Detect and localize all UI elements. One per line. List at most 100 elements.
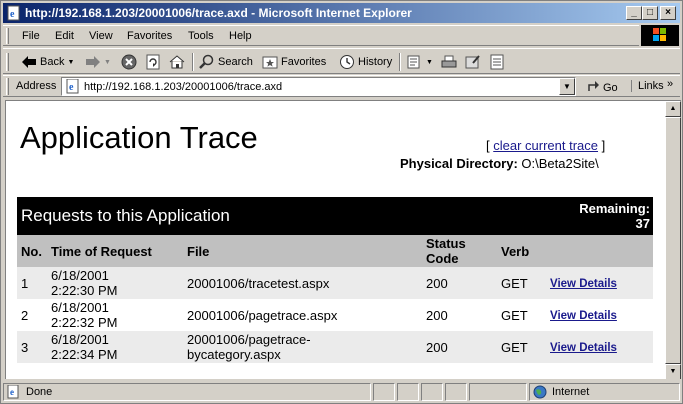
row-clock: 2:22:34 PM: [51, 347, 118, 362]
links-button[interactable]: Links: [631, 80, 664, 92]
discuss-icon: [489, 54, 505, 70]
row-time: 6/18/2001 2:22:34 PM: [47, 331, 183, 363]
address-grip[interactable]: [6, 78, 9, 95]
go-label: Go: [603, 81, 618, 94]
col-details: [546, 235, 653, 267]
menu-help[interactable]: Help: [229, 30, 252, 42]
menu-bar: File Edit View Favorites Tools Help: [3, 25, 639, 46]
title-bar[interactable]: e http://192.168.1.203/20001006/trace.ax…: [3, 3, 680, 23]
col-time: Time of Request: [47, 235, 183, 267]
row-date: 6/18/2001: [51, 300, 109, 315]
search-icon: [199, 54, 215, 70]
menu-favorites[interactable]: Favorites: [127, 30, 172, 42]
status-panel-empty: [397, 383, 419, 401]
view-details-link[interactable]: View Details: [550, 310, 617, 322]
scroll-up-icon[interactable]: ▲: [665, 101, 681, 117]
stop-icon: [121, 54, 137, 70]
print-icon: [441, 54, 457, 70]
status-panel-empty: [469, 383, 527, 401]
row-file-line1: 20001006/tracetest.aspx: [187, 275, 330, 291]
row-clock: 2:22:32 PM: [51, 315, 118, 330]
edit-icon: [465, 54, 481, 70]
internet-globe-icon: [533, 385, 547, 402]
address-label: Address: [16, 80, 57, 92]
row-time: 6/18/2001 2:22:30 PM: [47, 267, 183, 299]
address-url: http://192.168.1.203/20001006/trace.axd: [84, 81, 283, 93]
home-icon: [169, 54, 185, 70]
history-button[interactable]: History: [339, 53, 392, 71]
refresh-button[interactable]: [145, 53, 161, 71]
row-no: 1: [17, 267, 47, 299]
svg-text:e: e: [69, 82, 74, 93]
stop-button[interactable]: [121, 53, 137, 71]
favorites-button[interactable]: Favorites: [262, 53, 326, 71]
vertical-scrollbar[interactable]: ▲ ▼: [665, 101, 681, 379]
table-heading-row: Requests to this Application Remaining: …: [17, 197, 653, 235]
favorites-icon: [262, 54, 278, 70]
back-button[interactable]: Back ▼: [21, 53, 74, 71]
print-button[interactable]: [441, 53, 457, 71]
history-icon: [339, 54, 355, 70]
close-button[interactable]: ×: [660, 6, 676, 20]
ie-page-icon: e: [65, 78, 81, 97]
address-dropdown-icon[interactable]: ▼: [559, 78, 575, 95]
row-file: 20001006/tracetest.aspx: [183, 267, 422, 299]
physical-directory-label: Physical Directory:: [400, 156, 518, 171]
row-date: 6/18/2001: [51, 268, 109, 283]
menu-tools[interactable]: Tools: [188, 30, 214, 42]
col-verb: Verb: [497, 235, 546, 267]
status-text: Done: [26, 386, 53, 398]
home-button[interactable]: [169, 53, 185, 71]
menu-grip[interactable]: [6, 28, 9, 44]
discuss-button[interactable]: [489, 53, 505, 71]
toolbar-separator: [399, 53, 401, 71]
scroll-down-icon[interactable]: ▼: [665, 364, 681, 379]
row-no: 3: [17, 331, 47, 363]
svg-text:e: e: [10, 9, 15, 20]
row-status: 200: [422, 267, 497, 299]
forward-button[interactable]: ▼: [85, 53, 111, 71]
table-row: 2 6/18/2001 2:22:32 PM 20001006/pagetrace…: [17, 299, 653, 331]
toolbar-grip[interactable]: [6, 53, 9, 71]
scroll-thumb[interactable]: [665, 117, 681, 364]
status-bar: e Done Internet: [3, 382, 680, 402]
search-label: Search: [218, 56, 253, 68]
search-button[interactable]: Search: [199, 53, 253, 71]
menu-file[interactable]: File: [22, 30, 40, 42]
menu-view[interactable]: View: [89, 30, 113, 42]
security-zone-text: Internet: [552, 386, 590, 398]
page-content: Application Trace [ clear current trace …: [6, 101, 665, 379]
row-status: 200: [422, 331, 497, 363]
menu-edit[interactable]: Edit: [55, 30, 74, 42]
svg-text:e: e: [10, 387, 14, 397]
row-date: 6/18/2001: [51, 332, 109, 347]
status-text-panel: e Done: [3, 383, 371, 401]
view-details-link[interactable]: View Details: [550, 342, 617, 354]
row-clock: 2:22:30 PM: [51, 283, 118, 298]
remaining-label: Remaining:: [579, 201, 650, 216]
minimize-button[interactable]: _: [626, 6, 642, 20]
view-details-link[interactable]: View Details: [550, 278, 617, 290]
mail-button[interactable]: ▼: [407, 53, 433, 71]
forward-arrow-icon: [85, 55, 101, 69]
row-file: 20001006/pagetrace-bycategory.aspx: [183, 331, 422, 363]
maximize-button[interactable]: □: [642, 6, 658, 20]
clear-trace-link[interactable]: clear current trace: [493, 138, 598, 153]
row-file-line1: 20001006/pagetrace.aspx: [187, 307, 338, 323]
row-verb: GET: [497, 267, 546, 299]
go-button[interactable]: Go: [587, 79, 618, 96]
browser-window: e http://192.168.1.203/20001006/trace.ax…: [0, 0, 683, 404]
requests-heading: Requests to this Application: [17, 197, 497, 235]
bracket-open: [: [486, 138, 490, 153]
status-page-icon: e: [7, 384, 21, 402]
row-file: 20001006/pagetrace.aspx: [183, 299, 422, 331]
status-panel-empty: [373, 383, 395, 401]
row-verb: GET: [497, 331, 546, 363]
ie-page-icon: e: [6, 5, 22, 21]
address-input[interactable]: e http://192.168.1.203/20001006/trace.ax…: [61, 77, 576, 96]
row-no: 2: [17, 299, 47, 331]
bracket-close: ]: [601, 138, 606, 153]
edit-button[interactable]: [465, 53, 481, 71]
links-chevron-icon[interactable]: »: [667, 78, 673, 90]
requests-table: Requests to this Application Remaining: …: [17, 197, 653, 363]
